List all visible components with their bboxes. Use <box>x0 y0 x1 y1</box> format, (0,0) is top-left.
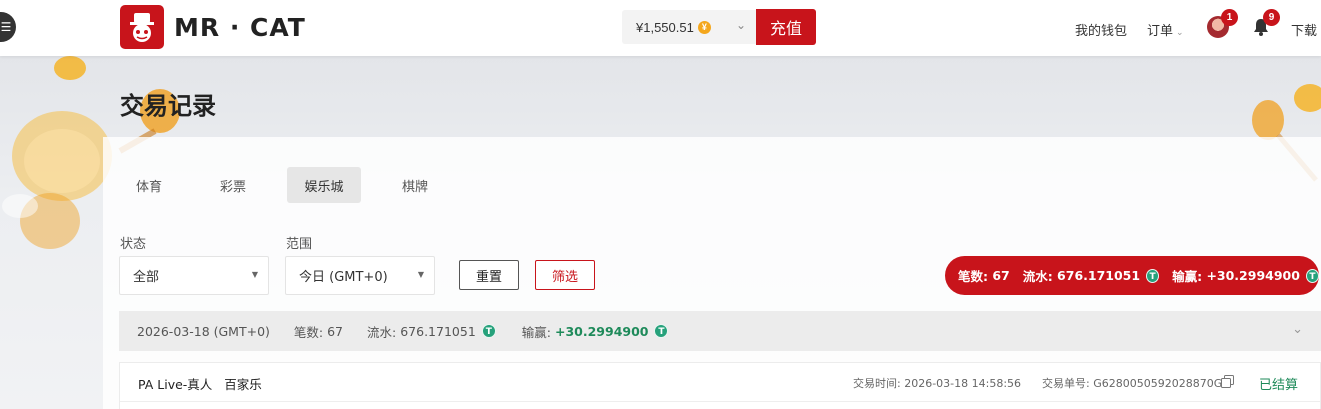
summary-winloss-value: +30.2994900 <box>1206 268 1300 283</box>
divider <box>120 401 1320 402</box>
chevron-down-icon: ⌄ <box>735 18 746 32</box>
nav-orders-menu[interactable]: 订单 ⌄ <box>1147 20 1184 39</box>
record-game-provider: PA Live-真人 <box>138 377 213 392</box>
balance-selector[interactable]: ¥1,550.51 ¥ ⌄ <box>622 10 756 44</box>
tab-lottery[interactable]: 彩票 <box>203 167 263 203</box>
menu-icon: ☰ <box>0 20 12 34</box>
record-status: 已结算 <box>1259 378 1299 393</box>
notification-badge: 9 <box>1263 9 1280 26</box>
day-group-winloss-label: 输赢: <box>521 324 551 340</box>
caret-down-icon: ▼ <box>417 270 424 279</box>
status-select-value: 全部 <box>133 270 160 285</box>
status-select[interactable]: 全部 ▼ <box>119 256 269 295</box>
brand-logo[interactable] <box>120 5 164 49</box>
day-group-header[interactable]: 2026-03-18 (GMT+0) 笔数: 67 流水: 676.171051… <box>119 311 1321 351</box>
transaction-record[interactable]: PA Live-真人 百家乐 交易时间: 2026-03-18 14:58:56… <box>119 362 1321 409</box>
summary-count-value: 67 <box>992 268 1010 283</box>
page-title: 交易记录 <box>120 92 216 120</box>
record-game-type: 百家乐 <box>224 377 262 392</box>
nav-orders-label: 订单 <box>1147 23 1174 38</box>
nav-download-link[interactable]: 下载 <box>1291 20 1317 39</box>
summary-turnover-label: 流水: <box>1022 269 1053 284</box>
top-navigation-bar: ☰ MR · CAT ¥1,550.51 ¥ ⌄ 充值 我的钱包 订单 ⌄ 1 9… <box>0 0 1321 56</box>
coin-icon: ¥ <box>697 20 711 34</box>
tether-icon: T <box>654 324 669 338</box>
copy-icon[interactable] <box>1221 375 1234 388</box>
nav-wallet-link[interactable]: 我的钱包 <box>1075 20 1127 39</box>
summary-pill: 笔数: 67 流水: 676.171051 T 输赢: +30.2994900 … <box>945 256 1320 295</box>
summary-count-label: 笔数: <box>958 269 988 284</box>
summary-turnover-value: 676.171051 <box>1057 268 1141 283</box>
tether-icon: T <box>1146 268 1160 283</box>
cat-mascot-icon <box>130 13 154 42</box>
day-group-turnover-value: 676.171051 <box>400 323 476 339</box>
brand-name: MR · CAT <box>174 13 306 42</box>
tether-icon: T <box>481 324 496 338</box>
tab-chess-cards[interactable]: 棋牌 <box>385 167 445 203</box>
summary-winloss-label: 输赢: <box>1172 269 1203 284</box>
balance-amount: ¥1,550.51 <box>636 19 694 35</box>
record-order-value: G6280050592028870G <box>1093 377 1223 390</box>
record-time-label: 交易时间: <box>853 377 901 390</box>
filter-button[interactable]: 筛选 <box>535 260 595 290</box>
deposit-button[interactable]: 充值 <box>756 9 816 45</box>
tab-casino[interactable]: 娱乐城 <box>287 167 361 203</box>
range-select[interactable]: 今日 (GMT+0) ▼ <box>285 256 435 295</box>
day-group-count-value: 67 <box>327 323 344 339</box>
tab-sports[interactable]: 体育 <box>119 167 179 203</box>
day-group-count-label: 笔数: <box>293 324 324 340</box>
caret-down-icon: ▼ <box>251 270 258 279</box>
record-time: 交易时间: 2026-03-18 14:58:56 <box>853 375 1021 391</box>
record-order-label: 交易单号: <box>1042 377 1090 390</box>
day-group-turnover-label: 流水: <box>367 324 397 340</box>
range-label: 范围 <box>286 237 313 252</box>
chevron-down-icon[interactable]: ⌄ <box>1292 322 1303 337</box>
day-group-date: 2026-03-18 (GMT+0) <box>137 323 270 339</box>
record-time-value: 2026-03-18 14:58:56 <box>904 377 1022 390</box>
range-select-value: 今日 (GMT+0) <box>299 270 388 285</box>
day-group-winloss-value: +30.2994900 <box>554 323 649 339</box>
record-order: 交易单号: G6280050592028870G <box>1042 375 1222 391</box>
record-game: PA Live-真人 百家乐 <box>138 374 262 393</box>
menu-button[interactable]: ☰ <box>0 12 16 42</box>
reset-button[interactable]: 重置 <box>459 260 519 290</box>
chevron-down-icon: ⌄ <box>1176 27 1184 37</box>
avatar-badge: 1 <box>1221 9 1238 26</box>
tether-icon: T <box>1305 268 1320 283</box>
status-label: 状态 <box>120 237 147 252</box>
